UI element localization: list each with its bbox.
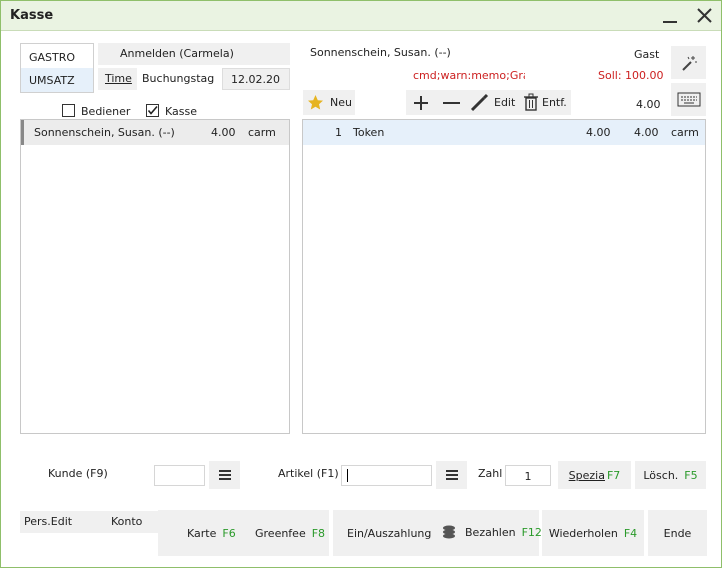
cash-pay-group: Ein/Auszahlung Bezahlen F12 <box>333 510 542 556</box>
menu-icon <box>445 470 458 480</box>
booking-day-label: Buchungstag <box>142 72 215 85</box>
check-icon <box>147 105 158 115</box>
item-toolbar: Edit Entf. <box>406 90 571 115</box>
tab-gastro[interactable]: GASTRO <box>21 44 93 68</box>
delete-button[interactable]: Lösch. F5 <box>635 461 706 489</box>
pers-edit-button[interactable]: Pers.Edit <box>24 515 72 528</box>
star-icon <box>308 95 323 110</box>
plus-button[interactable] <box>409 93 433 112</box>
minimize-icon <box>663 21 677 23</box>
magic-wand-icon <box>681 55 697 71</box>
register-checkbox[interactable] <box>146 104 159 117</box>
guest-balance: 4.00 <box>636 98 661 111</box>
kasse-window: Kasse GASTRO UMSATZ Anmelden (Carmela) T… <box>0 0 722 568</box>
account-bar: Pers.Edit Konto <box>20 511 158 533</box>
customer-list-button[interactable] <box>209 461 240 489</box>
table-row[interactable]: 1 Token 4.00 4.00 carm <box>303 120 705 145</box>
items-table: 1 Token 4.00 4.00 carm <box>302 119 706 434</box>
login-button[interactable]: Anmelden (Carmela) <box>98 43 290 65</box>
customer-label: Kunde (F9) <box>48 467 108 480</box>
coins-icon <box>443 525 455 539</box>
server-label: Bediener <box>81 105 131 118</box>
time-button[interactable]: Time <box>98 68 137 90</box>
card-greenfee-group: Karte F6 Greenfee F8 <box>158 510 329 556</box>
guest-memo: cmd;warn:memo;Grat <box>413 69 525 82</box>
menu-icon <box>218 470 231 480</box>
pencil-icon <box>470 93 489 112</box>
minus-icon <box>443 102 460 104</box>
article-list-button[interactable] <box>436 461 467 489</box>
keyboard-button[interactable] <box>671 83 706 116</box>
tab-umsatz[interactable]: UMSATZ <box>21 68 93 92</box>
register-label: Kasse <box>165 105 197 118</box>
new-button[interactable]: Neu <box>303 90 355 115</box>
guest-due: Soll: 100.00 <box>598 69 664 82</box>
cash-in-out-button[interactable]: Ein/Auszahlung <box>347 527 431 540</box>
minimize-button[interactable] <box>657 4 683 28</box>
server-checkbox[interactable] <box>62 104 75 117</box>
pay-quantity-input[interactable]: 1 <box>505 465 551 486</box>
keyboard-icon <box>677 92 700 106</box>
close-button[interactable] <box>691 4 717 28</box>
special-button[interactable]: Spezia F7 <box>558 461 631 489</box>
trash-icon <box>524 93 538 111</box>
close-icon <box>697 8 712 23</box>
delete-item-button[interactable]: Entf. <box>523 93 569 112</box>
pay-button[interactable]: Bezahlen F12 <box>441 524 542 541</box>
list-item[interactable]: Sonnenschein, Susan. (--) 4.00 carm <box>21 120 289 145</box>
edit-button[interactable]: Edit <box>469 93 519 112</box>
article-input[interactable] <box>341 465 432 486</box>
booking-day-field[interactable]: 12.02.20 <box>222 68 290 90</box>
window-title: Kasse <box>10 8 54 23</box>
minus-button[interactable] <box>439 93 463 112</box>
article-label: Artikel (F1) <box>278 467 339 480</box>
text-cursor <box>347 469 348 482</box>
repeat-button[interactable]: Wiederholen F4 <box>542 510 644 556</box>
mode-tabs: GASTRO UMSATZ <box>20 43 94 93</box>
title-bar: Kasse <box>1 1 721 31</box>
magic-wand-button[interactable] <box>671 46 706 79</box>
open-accounts-list: Sonnenschein, Susan. (--) 4.00 carm <box>20 119 290 434</box>
guest-name: Sonnenschein, Susan. (--) <box>310 46 451 59</box>
card-button[interactable]: Karte F6 <box>187 527 236 540</box>
guest-type: Gast <box>634 48 660 61</box>
customer-input[interactable] <box>154 465 205 486</box>
greenfee-button[interactable]: Greenfee F8 <box>255 527 325 540</box>
account-button[interactable]: Konto <box>111 515 142 528</box>
plus-icon <box>414 96 428 110</box>
pay-label: Zahl <box>478 467 503 480</box>
end-button[interactable]: Ende <box>648 510 707 556</box>
